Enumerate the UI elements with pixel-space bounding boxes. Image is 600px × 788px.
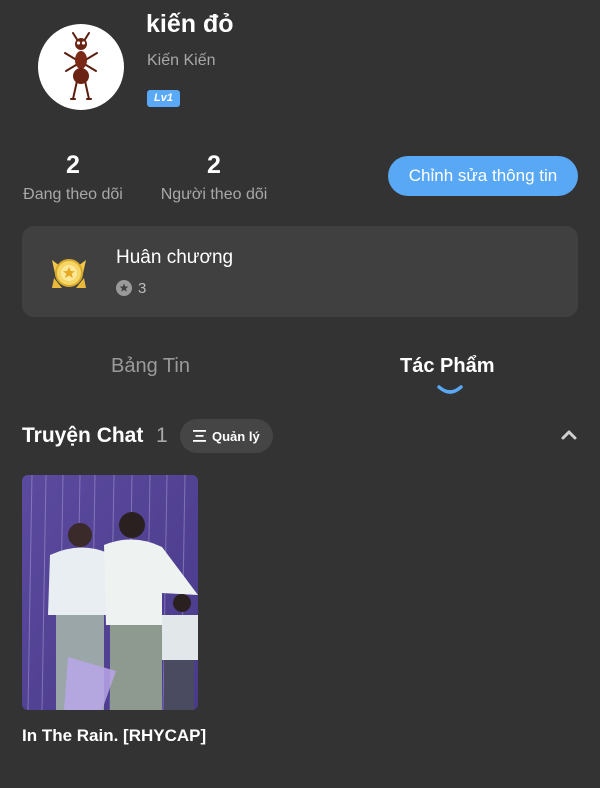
section-count: 1	[156, 424, 168, 447]
chevron-up-icon[interactable]	[560, 428, 578, 442]
sort-icon	[193, 430, 206, 442]
story-cover-image[interactable]	[22, 475, 198, 710]
medal-icon	[52, 259, 86, 288]
medal-title: Huân chương	[116, 247, 234, 268]
ant-icon	[64, 32, 98, 100]
tab-works[interactable]: Tác Phẩm	[400, 355, 494, 378]
avatar[interactable]	[38, 24, 124, 110]
followers-label: Người theo dõi	[160, 186, 268, 203]
display-name: kiến đỏ	[146, 10, 234, 38]
followers-stat[interactable]: 2 Người theo dõi	[159, 148, 269, 204]
tab-feed[interactable]: Bảng Tin	[111, 355, 190, 378]
medal-card[interactable]: Huân chương 3	[22, 226, 578, 317]
active-tab-indicator	[437, 385, 463, 394]
following-stat[interactable]: 2 Đang theo dõi	[22, 148, 124, 204]
followers-count: 2	[207, 151, 221, 179]
medal-count: 3	[138, 280, 147, 297]
level-badge: Lv1	[147, 90, 180, 107]
manage-button[interactable]: Quản lý	[180, 419, 273, 453]
following-label: Đang theo dõi	[23, 186, 123, 203]
manage-label: Quản lý	[212, 428, 260, 444]
following-count: 2	[66, 151, 80, 179]
star-badge-icon	[116, 280, 132, 296]
edit-profile-button[interactable]: Chỉnh sửa thông tin	[388, 156, 578, 196]
story-title[interactable]: In The Rain. [RHYCAP]	[22, 725, 222, 747]
section-title: Truyện Chat	[22, 424, 144, 447]
username: Kiến Kiến	[147, 52, 216, 69]
